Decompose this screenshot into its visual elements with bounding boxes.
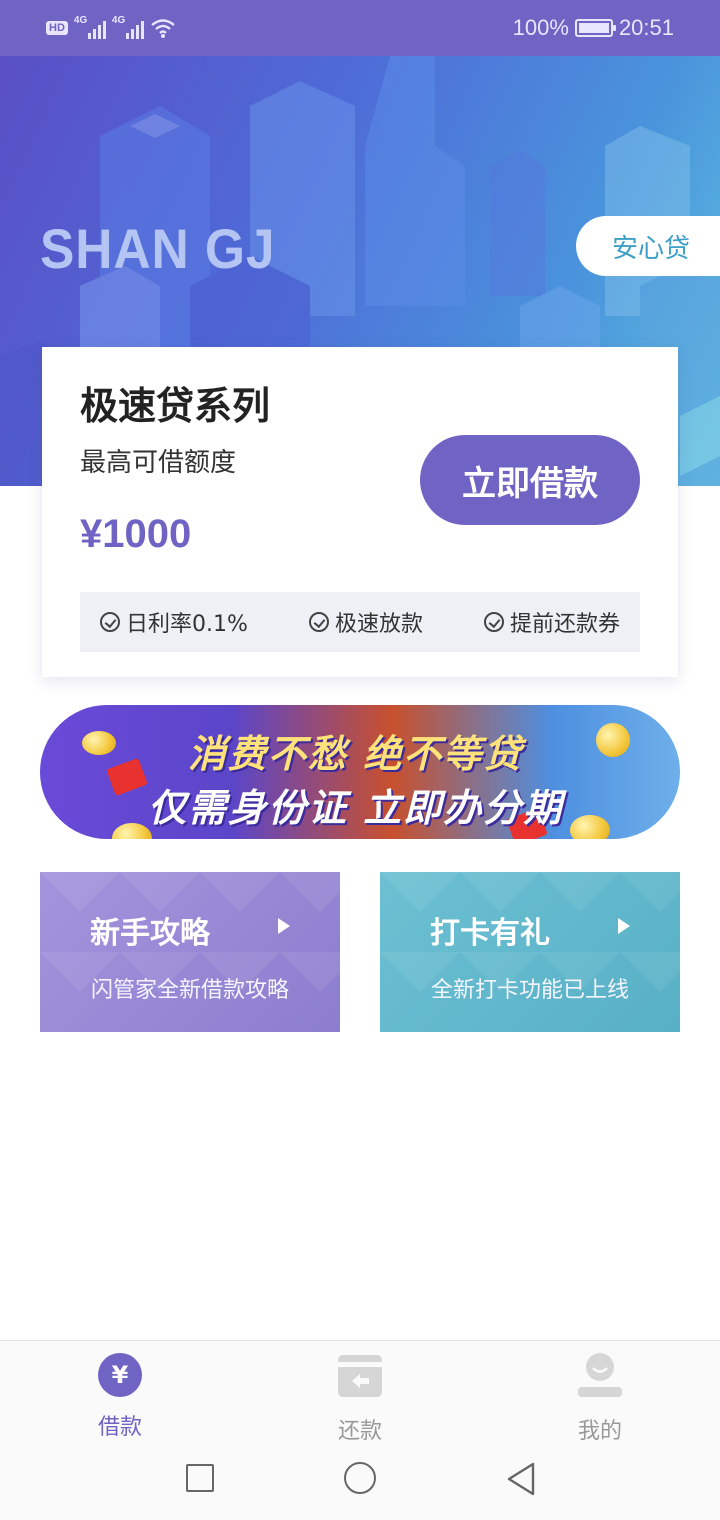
nav-borrow[interactable]: ¥ 借款 bbox=[60, 1353, 180, 1441]
promo-subline: 仅需身份证 立即办分期 bbox=[148, 786, 564, 830]
promo-banner[interactable]: 消费不愁 绝不等贷 仅需身份证 立即办分期 bbox=[40, 705, 680, 839]
back-button[interactable] bbox=[506, 1462, 536, 1496]
credit-amount: ¥1000 bbox=[80, 512, 192, 556]
coin-icon bbox=[570, 815, 610, 839]
check-circle-icon bbox=[100, 612, 120, 632]
system-nav-bar bbox=[0, 1444, 720, 1520]
tile-description: 全新打卡功能已上线 bbox=[430, 978, 629, 1003]
beginner-guide-tile[interactable]: 新手攻略 闪管家全新借款攻略 bbox=[40, 872, 340, 1032]
feature-item: 极速放款 bbox=[308, 606, 423, 638]
coin-icon bbox=[82, 731, 116, 755]
bottom-nav: ¥ 借款 还款 我的 bbox=[0, 1340, 720, 1444]
status-left: HD 4G 4G bbox=[46, 14, 176, 42]
feature-label: 极速放款 bbox=[334, 612, 423, 637]
card-subtitle: 最高可借额度 bbox=[80, 448, 237, 478]
battery-percent: 100% bbox=[512, 15, 569, 40]
red-envelope-icon bbox=[106, 758, 148, 796]
feature-item: 提前还款券 bbox=[483, 606, 620, 638]
hd-icon: HD bbox=[46, 21, 68, 35]
battery-icon bbox=[574, 19, 616, 37]
card-title: 极速贷系列 bbox=[80, 384, 271, 428]
check-in-gift-tile[interactable]: 打卡有礼 全新打卡功能已上线 bbox=[380, 872, 680, 1032]
brand-wordmark: SHAN GJ bbox=[40, 217, 276, 280]
clock: 20:51 bbox=[618, 15, 674, 40]
arrow-right-icon bbox=[618, 918, 630, 934]
wifi-icon bbox=[151, 19, 175, 38]
tile-description: 闪管家全新借款攻略 bbox=[90, 978, 289, 1003]
tile-title: 新手攻略 bbox=[90, 916, 210, 951]
borrow-now-button[interactable]: 立即借款 bbox=[420, 435, 640, 525]
feature-label: 提前还款券 bbox=[509, 612, 620, 637]
coin-icon bbox=[596, 723, 630, 757]
status-right: 100% 20:51 bbox=[513, 14, 674, 42]
loan-card: 极速贷系列 最高可借额度 ¥1000 立即借款 日利率0.1% 极速放款 提前还… bbox=[42, 347, 678, 677]
check-circle-icon bbox=[483, 612, 504, 632]
feature-item: 日利率0.1% bbox=[100, 606, 248, 638]
repay-card-icon bbox=[338, 1355, 382, 1397]
recent-apps-button[interactable] bbox=[186, 1464, 214, 1492]
check-circle-icon bbox=[308, 612, 329, 632]
promo-headline: 消费不愁 绝不等贷 bbox=[188, 732, 524, 776]
nav-profile[interactable]: 我的 bbox=[540, 1353, 660, 1445]
feature-strip: 日利率0.1% 极速放款 提前还款券 bbox=[80, 592, 640, 652]
nav-label: 我的 bbox=[577, 1419, 622, 1444]
profile-icon bbox=[578, 1353, 622, 1397]
feature-label: 日利率0.1% bbox=[126, 612, 248, 637]
tile-title: 打卡有礼 bbox=[430, 916, 550, 951]
yen-icon: ¥ bbox=[97, 1353, 143, 1399]
arrow-right-icon bbox=[278, 918, 290, 934]
product-tag-button[interactable]: 安心贷 bbox=[576, 216, 720, 276]
status-bar: HD 4G 4G 100% 20:51 bbox=[0, 0, 720, 56]
signal-icon: 4G bbox=[74, 15, 106, 39]
nav-repay[interactable]: 还款 bbox=[300, 1353, 420, 1445]
coin-icon bbox=[112, 823, 152, 839]
home-button[interactable] bbox=[344, 1462, 376, 1494]
nav-label: 还款 bbox=[337, 1419, 382, 1444]
signal-icon-2: 4G bbox=[112, 15, 144, 39]
nav-label: 借款 bbox=[97, 1415, 142, 1440]
